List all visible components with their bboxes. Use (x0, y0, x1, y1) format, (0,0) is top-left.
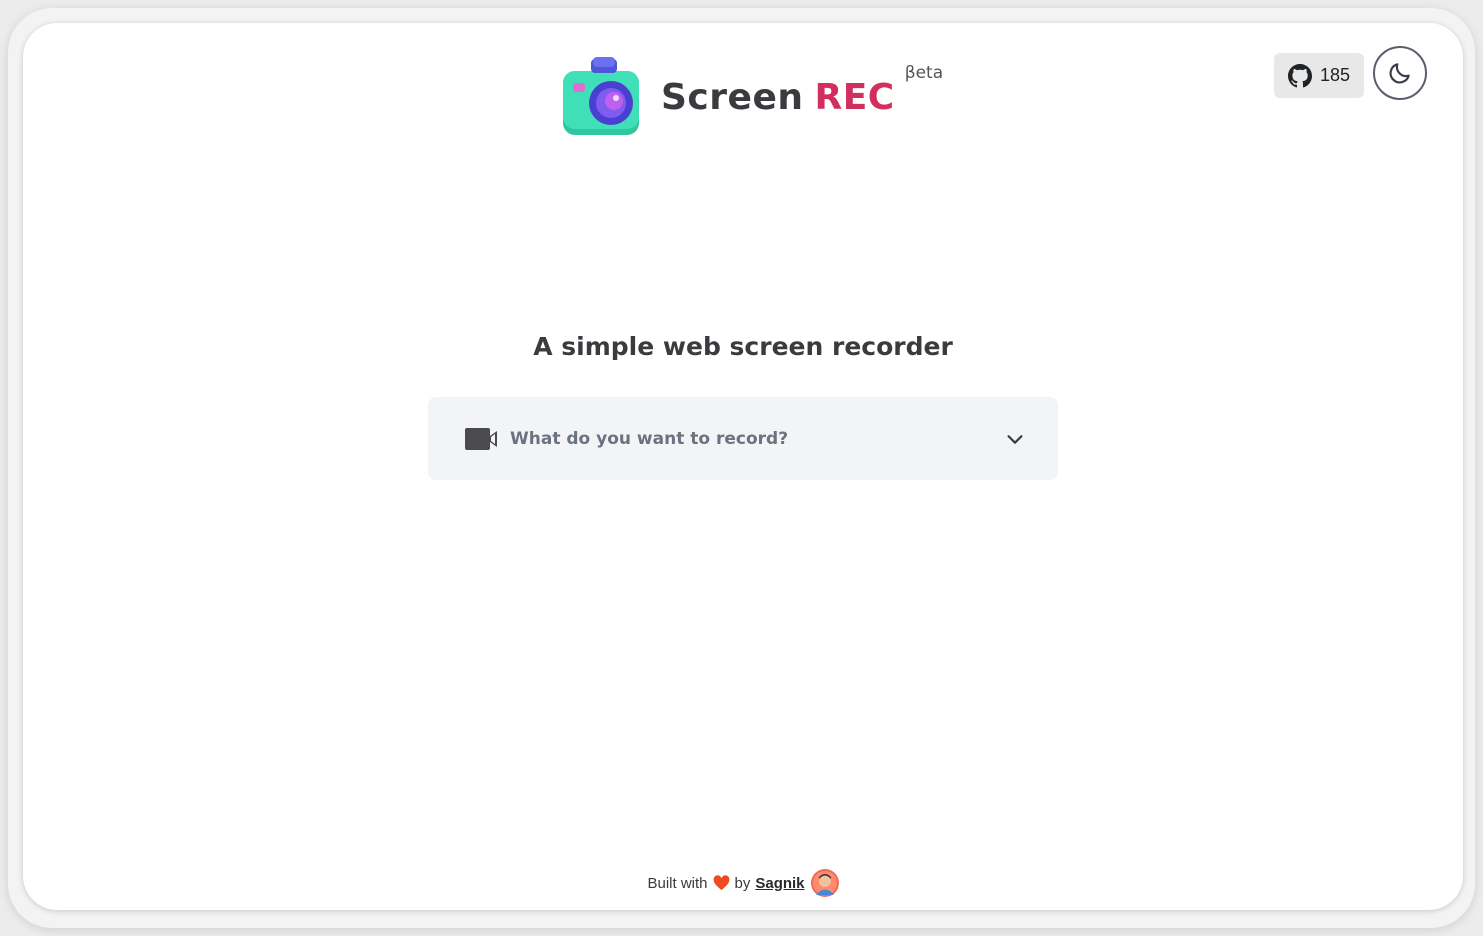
theme-toggle-button[interactable] (1373, 46, 1427, 100)
app-window: Screen REC βeta 185 A simple web screen … (23, 23, 1463, 910)
record-select-placeholder: What do you want to record? (510, 428, 789, 449)
brand-rec-text: REC (814, 77, 895, 118)
footer-built-with: Built with (647, 874, 708, 892)
github-stars-button[interactable]: 185 (1274, 53, 1364, 98)
author-link[interactable]: Sagnik (755, 875, 804, 892)
heart-icon (713, 875, 729, 891)
video-camera-icon (465, 427, 497, 450)
github-icon (1287, 63, 1312, 87)
camera-icon (563, 57, 639, 135)
moon-icon (1389, 63, 1410, 84)
brand-header[interactable]: Screen REC βeta (559, 53, 943, 143)
brand-title: Screen REC βeta (661, 63, 943, 119)
page-title: A simple web screen recorder (533, 332, 953, 361)
record-source-select[interactable]: What do you want to record? (428, 397, 1058, 480)
brand-screen-text: Screen (661, 77, 804, 118)
chevron-down-icon (1007, 434, 1023, 444)
footer: Built with by Sagnik (23, 869, 1463, 897)
github-star-count: 185 (1319, 65, 1351, 85)
avatar[interactable] (810, 869, 839, 897)
beta-badge: βeta (904, 63, 944, 83)
footer-by: by (734, 874, 751, 892)
